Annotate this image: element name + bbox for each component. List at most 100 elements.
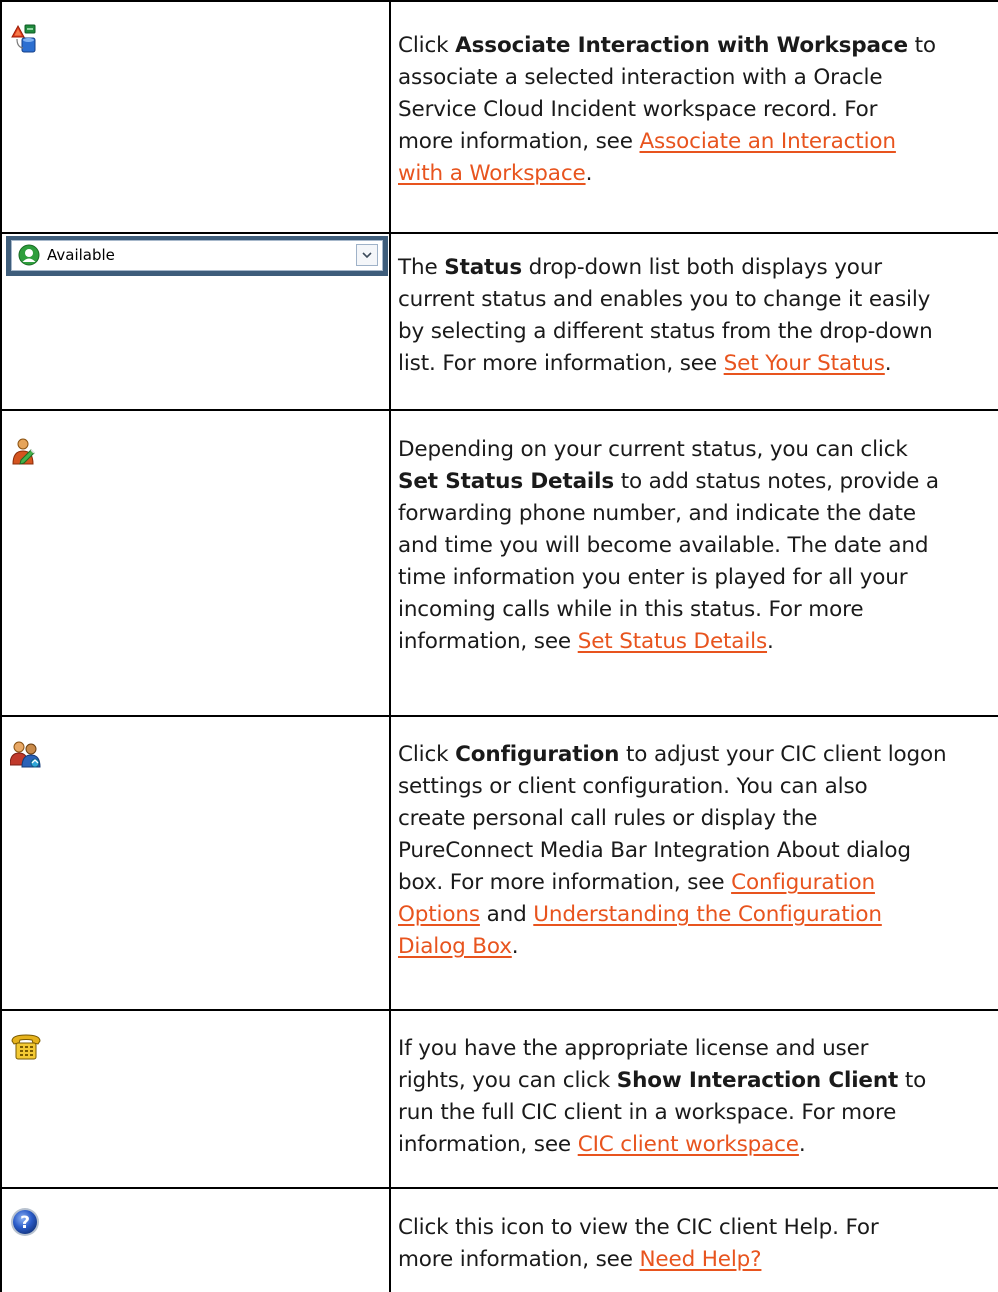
help-link[interactable]: Need Help? — [639, 1247, 761, 1272]
text-segment: list. For more information, see — [398, 351, 724, 376]
text-segment: to — [898, 1068, 927, 1093]
text-segment: current status and enables you to change… — [398, 287, 931, 312]
text-line: list. For more information, see Set Your… — [398, 348, 998, 380]
ui-term: Status — [444, 255, 522, 280]
help-link[interactable]: Configuration — [731, 870, 875, 895]
row-description: Click Associate Interaction with Workspa… — [398, 30, 998, 190]
text-segment: incoming calls while in this status. For… — [398, 597, 864, 622]
text-segment: time information you enter is played for… — [398, 565, 908, 590]
ui-term: Set Status Details — [398, 469, 615, 494]
text-segment: more information, see — [398, 1247, 640, 1272]
text-segment: . — [884, 351, 892, 376]
text-line: Options and Understanding the Configurat… — [398, 899, 998, 931]
text-line: time information you enter is played for… — [398, 562, 998, 594]
text-line: and time you will become available. The … — [398, 530, 998, 562]
text-segment: associate a selected interaction with a … — [398, 65, 883, 90]
text-segment: to adjust your CIC client logon — [619, 742, 947, 767]
text-segment: rights, you can click — [398, 1068, 617, 1093]
text-segment: If you have the appropriate license and … — [398, 1036, 869, 1061]
text-segment: . — [585, 161, 593, 186]
show-interaction-client-icon[interactable] — [10, 1033, 42, 1065]
text-segment: . — [511, 934, 519, 959]
table-row: Available The Status drop-down list both… — [0, 232, 998, 409]
text-line: run the full CIC client in a workspace. … — [398, 1097, 998, 1129]
text-line: current status and enables you to change… — [398, 284, 998, 316]
text-line: Click this icon to view the CIC client H… — [398, 1212, 998, 1244]
text-line: create personal call rules or display th… — [398, 803, 998, 835]
text-line: Depending on your current status, you ca… — [398, 434, 998, 466]
text-segment: Service Cloud Incident workspace record.… — [398, 97, 878, 122]
text-line: by selecting a different status from the… — [398, 316, 998, 348]
text-segment: and — [479, 902, 534, 927]
text-segment: box. For more information, see — [398, 870, 732, 895]
text-line: more information, see Need Help? — [398, 1244, 998, 1276]
text-line: associate a selected interaction with a … — [398, 62, 998, 94]
text-line: incoming calls while in this status. For… — [398, 594, 998, 626]
text-segment: and time you will become available. The … — [398, 533, 929, 558]
text-segment: information, see — [398, 1132, 578, 1157]
feature-table: Click Associate Interaction with Workspa… — [0, 0, 998, 1292]
text-line: Service Cloud Incident workspace record.… — [398, 94, 998, 126]
available-status-icon — [18, 244, 40, 266]
text-line: information, see CIC client workspace. — [398, 1129, 998, 1161]
text-segment: more information, see — [398, 129, 640, 154]
help-link[interactable]: Set Status Details — [578, 629, 767, 654]
table-row: If you have the appropriate license and … — [0, 1009, 998, 1187]
text-line: PureConnect Media Bar Integration About … — [398, 835, 998, 867]
help-link[interactable]: Set Your Status — [724, 351, 885, 376]
help-link[interactable]: CIC client workspace — [578, 1132, 799, 1157]
text-segment: Click — [398, 33, 456, 58]
help-link[interactable]: Options — [398, 902, 480, 927]
ui-term: Configuration — [455, 742, 620, 767]
chevron-down-icon[interactable] — [356, 244, 378, 266]
text-segment: forwarding phone number, and indicate th… — [398, 501, 916, 526]
set-status-details-icon[interactable] — [12, 438, 38, 470]
table-row: Depending on your current status, you ca… — [0, 409, 998, 715]
ui-term: Associate Interaction with Workspace — [455, 33, 908, 58]
text-segment: PureConnect Media Bar Integration About … — [398, 838, 911, 863]
status-select[interactable]: Available — [11, 240, 383, 271]
text-segment: . — [798, 1132, 806, 1157]
text-line: Click Associate Interaction with Workspa… — [398, 30, 998, 62]
text-segment: drop-down list both displays your — [522, 255, 882, 280]
text-segment: The — [398, 255, 445, 280]
text-segment: to — [907, 33, 936, 58]
text-line: more information, see Associate an Inter… — [398, 126, 998, 158]
text-segment: to add status notes, provide a — [614, 469, 939, 494]
text-segment: Depending on your current status, you ca… — [398, 437, 908, 462]
text-line: box. For more information, see Configura… — [398, 867, 998, 899]
text-line: forwarding phone number, and indicate th… — [398, 498, 998, 530]
text-line: settings or client configuration. You ca… — [398, 771, 998, 803]
row-description: The Status drop-down list both displays … — [398, 252, 998, 380]
help-icon[interactable]: ? — [10, 1207, 40, 1241]
table-row: Click Configuration to adjust your CIC c… — [0, 715, 998, 1009]
help-link[interactable]: Dialog Box — [398, 934, 512, 959]
ui-term: Show Interaction Client — [616, 1068, 899, 1093]
table-row: Click Associate Interaction with Workspa… — [0, 0, 998, 232]
text-line: Set Status Details to add status notes, … — [398, 466, 998, 498]
help-link[interactable]: with a Workspace — [398, 161, 586, 186]
text-line: Dialog Box. — [398, 931, 998, 963]
text-line: with a Workspace. — [398, 158, 998, 190]
table-row: ? Click this icon to view the CIC client… — [0, 1187, 998, 1292]
text-segment: by selecting a different status from the… — [398, 319, 933, 344]
row-description: Click this icon to view the CIC client H… — [398, 1212, 998, 1276]
row-description: If you have the appropriate license and … — [398, 1033, 998, 1161]
associate-interaction-icon[interactable] — [11, 24, 39, 58]
text-segment: Click — [398, 742, 456, 767]
text-segment: information, see — [398, 629, 578, 654]
text-segment: run the full CIC client in a workspace. … — [398, 1100, 897, 1125]
help-link[interactable]: Understanding the Configuration — [533, 902, 882, 927]
text-segment: Click this icon to view the CIC client H… — [398, 1215, 879, 1240]
text-line: Click Configuration to adjust your CIC c… — [398, 739, 998, 771]
help-link[interactable]: Associate an Interaction — [639, 129, 896, 154]
status-dropdown[interactable]: Available — [6, 236, 388, 276]
configuration-icon[interactable] — [9, 741, 42, 773]
text-segment: settings or client configuration. You ca… — [398, 774, 868, 799]
row-description: Depending on your current status, you ca… — [398, 434, 998, 658]
status-value: Available — [47, 246, 115, 264]
text-line: If you have the appropriate license and … — [398, 1033, 998, 1065]
svg-text:?: ? — [20, 1213, 30, 1233]
text-segment: create personal call rules or display th… — [398, 806, 818, 831]
row-description: Click Configuration to adjust your CIC c… — [398, 739, 998, 963]
